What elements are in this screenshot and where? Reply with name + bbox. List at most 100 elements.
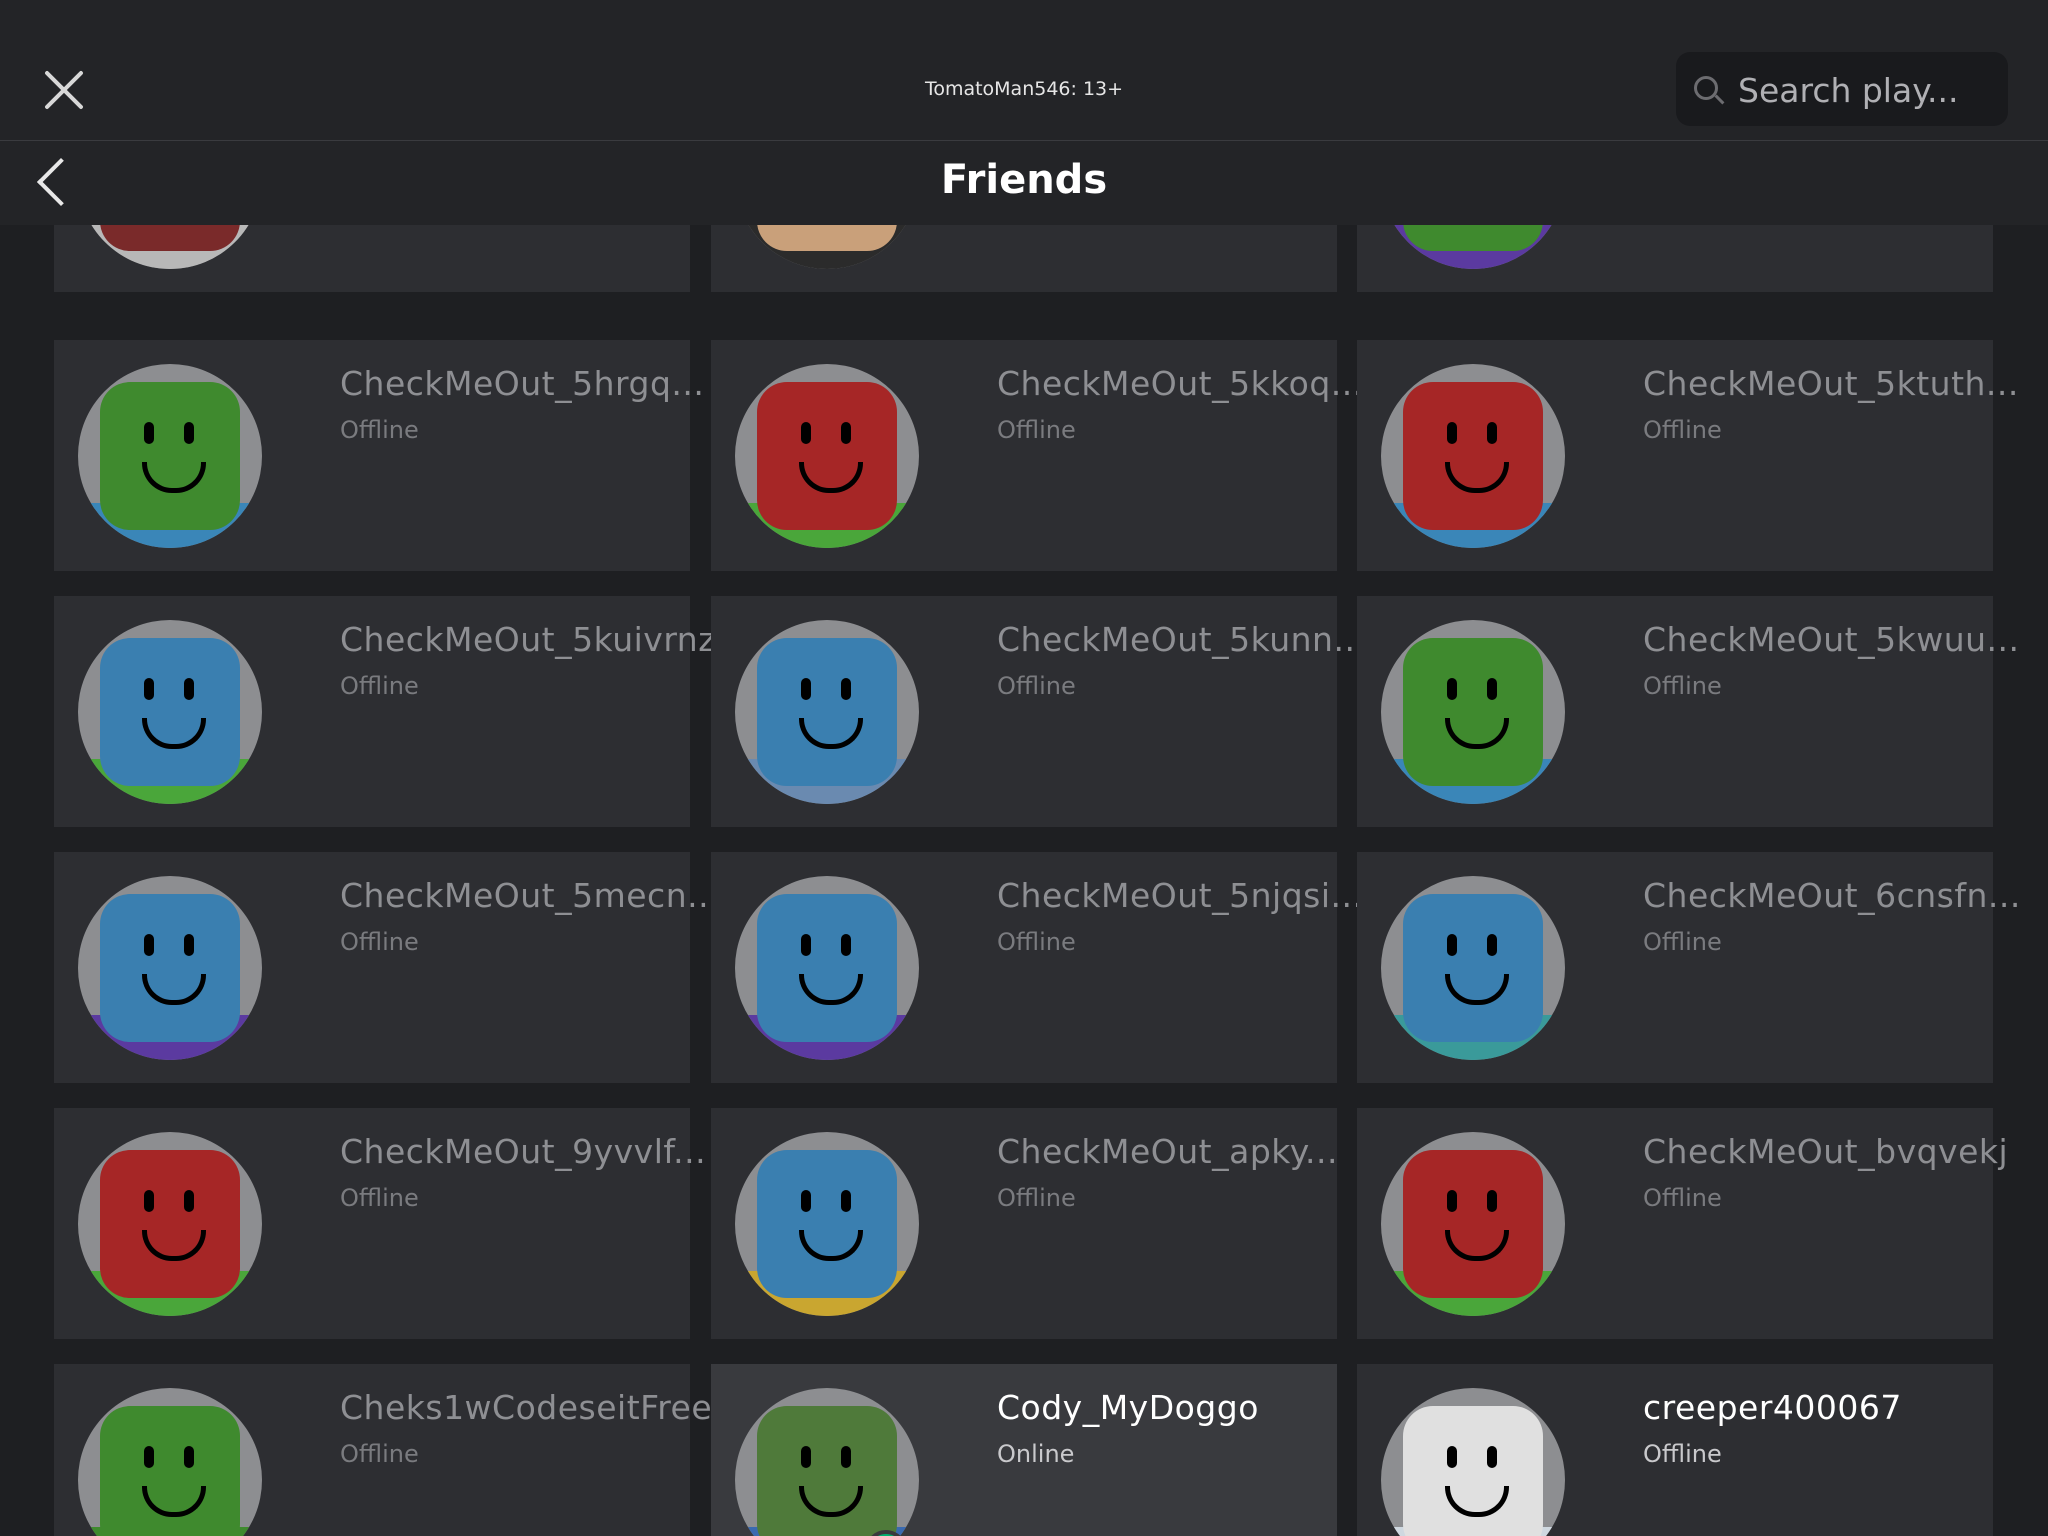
friend-card[interactable]: CheckMeOut_5kwuu... Offline xyxy=(1357,596,2019,827)
friend-card[interactable]: CheckMeOut_5kuivrnz Offline xyxy=(54,596,716,827)
friend-name: CheckMeOut_9yvvlf... xyxy=(340,1132,707,1171)
avatar xyxy=(78,364,262,548)
avatar-eye xyxy=(801,678,811,700)
friend-name: Cheks1wCodeseitFree xyxy=(340,1388,713,1427)
avatar xyxy=(78,876,262,1060)
avatar xyxy=(1381,876,1565,1060)
avatar-smile xyxy=(799,974,863,1005)
avatar-eye xyxy=(144,1190,154,1212)
friend-card[interactable]: CheckMeOut_5njqsi... Offline xyxy=(711,852,1363,1083)
avatar-eye xyxy=(144,934,154,956)
avatar-head xyxy=(1403,894,1543,1042)
friend-card[interactable]: CheckMeOut_5kunn... Offline xyxy=(711,596,1366,827)
avatar-eye xyxy=(841,422,851,444)
avatar-eye xyxy=(1487,1446,1497,1468)
avatar-eye xyxy=(841,1446,851,1468)
friend-card[interactable]: CheckMeOut_6cnsfn... Offline xyxy=(1357,852,2020,1083)
avatar xyxy=(78,225,262,269)
friend-card-partial[interactable] xyxy=(54,225,690,292)
avatar xyxy=(1381,620,1565,804)
friend-card[interactable]: CheckMeOut_9yvvlf... Offline xyxy=(54,1108,706,1339)
friend-card[interactable]: CheckMeOut_bvqvekj Offline xyxy=(1357,1108,2008,1339)
friend-name: CheckMeOut_5kkoq... xyxy=(997,364,1364,403)
avatar-eye xyxy=(1447,1190,1457,1212)
avatar-eye xyxy=(841,934,851,956)
avatar-head xyxy=(757,1406,897,1536)
avatar-eye xyxy=(1447,934,1457,956)
friends-grid: CheckMeOut_5hrgq... Offline CheckMeOut_5kk… xyxy=(0,225,2048,1536)
avatar-head xyxy=(100,1150,240,1298)
friend-card-partial[interactable] xyxy=(711,225,1337,292)
search-input[interactable] xyxy=(1736,64,2000,116)
avatar-smile xyxy=(799,1486,863,1517)
avatar-eye xyxy=(184,1190,194,1212)
avatar-smile xyxy=(1445,718,1509,749)
friend-status: Offline xyxy=(340,928,419,956)
friend-name: creeper400067 xyxy=(1643,1388,1902,1427)
avatar xyxy=(735,225,919,269)
friend-name: CheckMeOut_5kwuu... xyxy=(1643,620,2020,659)
avatar-head xyxy=(100,382,240,530)
avatar-smile xyxy=(799,462,863,493)
friend-card[interactable]: CheckMeOut_5mecn... Offline xyxy=(54,852,720,1083)
search-box[interactable] xyxy=(1676,52,2008,126)
avatar xyxy=(735,876,919,1060)
avatar-smile xyxy=(142,1230,206,1261)
avatar-eye xyxy=(144,678,154,700)
avatar-eye xyxy=(144,422,154,444)
friend-card[interactable]: CheckMeOut_5hrgq... Offline xyxy=(54,340,704,571)
avatar-eye xyxy=(1447,422,1457,444)
friend-status: Offline xyxy=(340,416,419,444)
avatar xyxy=(735,1132,919,1316)
friend-card[interactable]: CheckMeOut_5ktuth... Offline xyxy=(1357,340,2018,571)
avatar xyxy=(78,1388,262,1536)
avatar-smile xyxy=(1445,462,1509,493)
avatar-head xyxy=(757,894,897,1042)
avatar-head xyxy=(1403,225,1543,251)
avatar-smile xyxy=(1445,1486,1509,1517)
friend-name: CheckMeOut_bvqvekj xyxy=(1643,1132,2009,1171)
avatar-eye xyxy=(184,678,194,700)
search-icon xyxy=(1694,76,1718,100)
avatar xyxy=(1381,1132,1565,1316)
avatar-smile xyxy=(1445,974,1509,1005)
avatar-eye xyxy=(1487,1190,1497,1212)
friend-status: Offline xyxy=(1643,672,1722,700)
avatar-smile xyxy=(142,462,206,493)
friend-status: Offline xyxy=(1643,928,1722,956)
friend-status: Offline xyxy=(997,928,1076,956)
avatar xyxy=(735,620,919,804)
friend-status: Online xyxy=(997,1440,1075,1468)
avatar-eye xyxy=(184,422,194,444)
avatar-eye xyxy=(1487,678,1497,700)
avatar-head xyxy=(100,638,240,786)
friend-card-partial[interactable] xyxy=(1357,225,1993,292)
avatar-eye xyxy=(184,1446,194,1468)
friend-name: CheckMeOut_5mecn... xyxy=(340,876,721,915)
friend-card[interactable]: CheckMeOut_5kkoq... Offline xyxy=(711,340,1363,571)
friend-name: CheckMeOut_5kunn... xyxy=(997,620,1367,659)
friend-card[interactable]: creeper400067 Offline xyxy=(1357,1364,1993,1536)
friend-name: CheckMeOut_apky... xyxy=(997,1132,1339,1171)
friend-card[interactable]: CheckMeOut_apky... Offline xyxy=(711,1108,1339,1339)
friend-name: CheckMeOut_6cnsfn... xyxy=(1643,876,2021,915)
top-bar: TomatoMan546: 13+ xyxy=(0,0,2048,141)
avatar-head xyxy=(757,1150,897,1298)
avatar-head xyxy=(1403,1150,1543,1298)
avatar-eye xyxy=(1447,1446,1457,1468)
friend-name: CheckMeOut_5njqsi... xyxy=(997,876,1364,915)
avatar-eye xyxy=(801,934,811,956)
avatar xyxy=(735,1388,919,1536)
avatar-head xyxy=(757,382,897,530)
avatar-eye xyxy=(801,1446,811,1468)
avatar-eye xyxy=(801,1190,811,1212)
avatar-head xyxy=(757,638,897,786)
avatar-smile xyxy=(799,718,863,749)
avatar-head xyxy=(1403,638,1543,786)
avatar-smile xyxy=(142,974,206,1005)
avatar-smile xyxy=(142,1486,206,1517)
friend-card[interactable]: Cody_MyDoggo Online xyxy=(711,1364,1337,1536)
avatar-eye xyxy=(184,934,194,956)
friend-name: CheckMeOut_5hrgq... xyxy=(340,364,705,403)
friend-card[interactable]: Cheks1wCodeseitFree Offline xyxy=(54,1364,712,1536)
